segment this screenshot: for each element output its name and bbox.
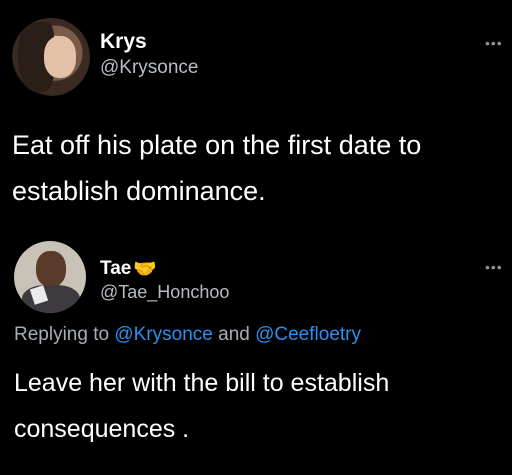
tweet-text: Eat off his plate on the first date to e… bbox=[12, 130, 422, 206]
more-options-icon[interactable]: ••• bbox=[485, 36, 503, 50]
replying-and-label: and bbox=[218, 324, 250, 345]
user-handle[interactable]: @Tae_Honchoo bbox=[100, 282, 229, 303]
replying-to-line: Replying to @Krysonce and @Ceefloetry bbox=[14, 324, 361, 346]
replying-to-label: Replying to bbox=[14, 324, 110, 345]
krys-avatar[interactable] bbox=[12, 18, 90, 96]
user-handle[interactable]: @Krysonce bbox=[100, 57, 199, 79]
avatar-head-shape bbox=[36, 251, 66, 287]
tae-avatar[interactable] bbox=[14, 241, 86, 313]
display-name[interactable]: Krys bbox=[100, 30, 147, 54]
reply-tweet[interactable]: Tae 🤝 @Tae_Honchoo ••• Replying to @Kryso… bbox=[0, 222, 512, 475]
tweet-text: Leave her with the bill to establish con… bbox=[14, 369, 390, 443]
more-options-icon[interactable]: ••• bbox=[485, 260, 503, 274]
avatar-face-shape bbox=[44, 36, 76, 78]
mention-link-ceefloetry[interactable]: @Ceefloetry bbox=[255, 324, 361, 345]
mention-link-krysonce[interactable]: @Krysonce bbox=[114, 324, 213, 345]
display-name-text: Tae bbox=[100, 258, 132, 279]
display-name[interactable]: Tae 🤝 bbox=[100, 256, 157, 280]
handshake-icon: 🤝 bbox=[133, 259, 158, 280]
original-tweet[interactable]: Krys @Krysonce ••• Eat off his plate on … bbox=[0, 0, 512, 222]
